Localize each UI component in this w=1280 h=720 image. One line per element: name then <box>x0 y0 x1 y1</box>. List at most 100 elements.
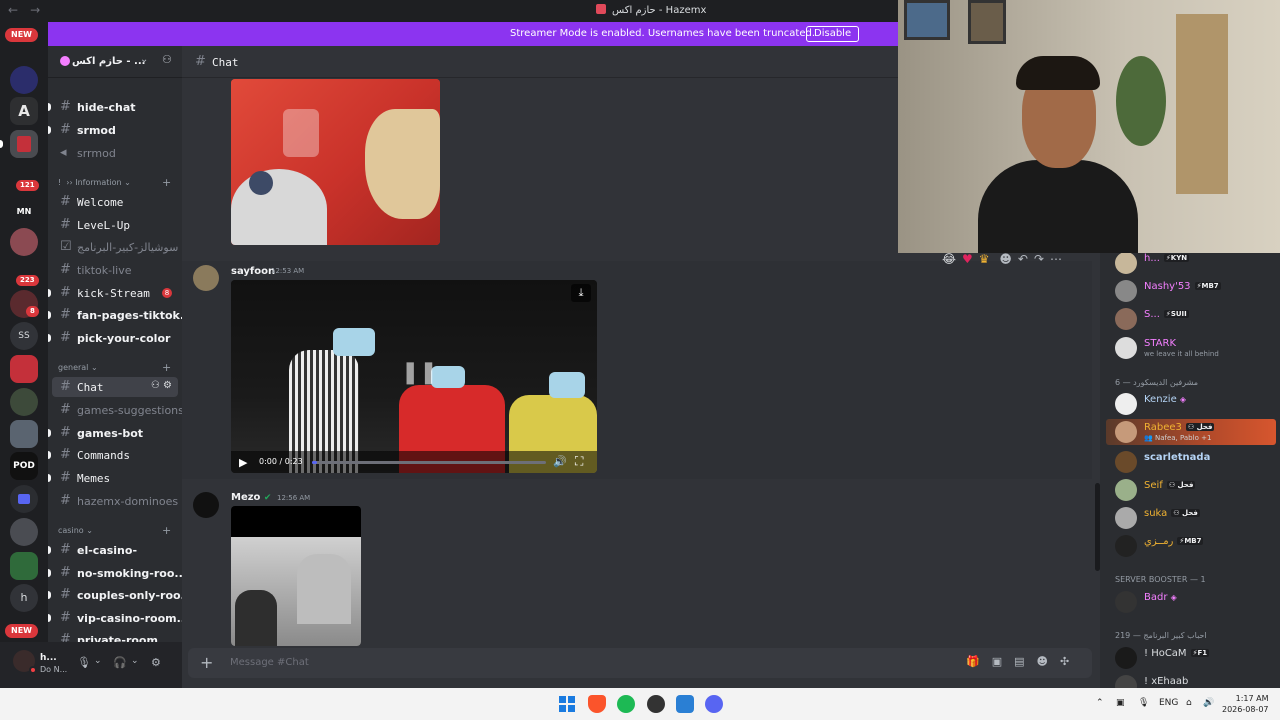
language-indicator[interactable]: ENG <box>1159 698 1178 708</box>
member-item[interactable]: h... ⚡KYN <box>1106 253 1276 276</box>
settings-gear-icon[interactable]: ⚙ <box>151 656 161 669</box>
member-item[interactable]: Kenzie ◈ <box>1106 391 1276 417</box>
add-attachment-icon[interactable]: + <box>200 653 213 672</box>
channel-fan-pages[interactable]: # fan-pages-tiktok... <box>48 305 192 325</box>
channel-games-bot[interactable]: # games-bot <box>48 423 178 443</box>
add-channel-icon[interactable]: + <box>162 524 171 537</box>
server-pod[interactable]: POD <box>10 452 38 480</box>
server-avatar-1[interactable] <box>10 228 38 256</box>
message-composer[interactable]: + Message #Chat 🎁 ▣ ▤ ☻ ✣ <box>188 648 1092 678</box>
avatar[interactable] <box>193 265 219 291</box>
server-avatar-6[interactable] <box>10 552 38 580</box>
add-member-icon[interactable]: ⚇ <box>162 53 172 66</box>
pause-icon[interactable]: ❚❚ <box>401 360 438 385</box>
channel-games-suggestions[interactable]: # games-suggestions <box>52 400 184 420</box>
channel-tiktok-live[interactable]: # tiktok-live <box>52 260 178 280</box>
chevron-down-icon[interactable]: ⌄ <box>131 656 139 666</box>
back-arrow-icon[interactable]: ← <box>8 3 18 17</box>
gift-icon[interactable]: 🎁 <box>966 655 980 668</box>
microphone-icon[interactable]: 🎙 <box>1138 698 1149 708</box>
headphones-icon[interactable]: 🎧 <box>113 656 127 669</box>
new-badge[interactable]: NEW <box>5 624 38 638</box>
channel-srmod[interactable]: # srmod <box>48 120 178 140</box>
member-item[interactable]: STARK we leave it all behind <box>1106 335 1276 361</box>
channel-el-casino[interactable]: # el-casino- <box>48 540 178 560</box>
channel-pick-your-color[interactable]: # pick-your-color <box>48 328 178 348</box>
chevron-down-icon[interactable]: ⌄ <box>140 54 148 65</box>
crown-icon[interactable]: ♛ <box>979 252 990 266</box>
forward-icon[interactable]: ↷ <box>1034 252 1044 266</box>
server-h[interactable]: h <box>10 584 38 612</box>
member-item[interactable]: ! xEhaab <box>1106 673 1276 688</box>
volume-icon[interactable]: 🔊 <box>553 455 567 468</box>
brave-browser-icon[interactable] <box>588 695 606 713</box>
sticker-icon[interactable]: ▤ <box>1014 655 1024 668</box>
heart-icon[interactable]: ♥ <box>962 252 973 266</box>
category-information[interactable]: ! ›› Information ⌄ <box>58 178 131 187</box>
laugh-emoji-icon[interactable]: 😂 <box>942 252 956 266</box>
play-icon[interactable]: ▶ <box>239 456 247 469</box>
server-nevermore[interactable]: MN <box>10 198 38 226</box>
discord-icon[interactable] <box>705 695 723 713</box>
member-item[interactable]: ! HoCaM ⚡F1 <box>1106 645 1276 671</box>
server-header[interactable]: حازم اكس - ... ⌄ ⚇ <box>48 46 182 78</box>
category-casino[interactable]: casino ⌄ <box>58 526 93 535</box>
network-icon[interactable]: ⌂ <box>1186 698 1192 708</box>
system-clock[interactable]: 1:17 AM 2026-08-07 <box>1222 693 1269 715</box>
message-author[interactable]: sayfoon <box>231 266 275 277</box>
add-channel-icon[interactable]: + <box>162 176 171 189</box>
windows-start-icon[interactable] <box>558 695 576 713</box>
server-ss[interactable]: SS <box>10 322 38 350</box>
forward-arrow-icon[interactable]: → <box>30 3 40 17</box>
more-icon[interactable]: ⋯ <box>1050 252 1062 266</box>
folder-icon[interactable] <box>10 485 38 513</box>
emoji-icon[interactable]: ☻ <box>1037 655 1048 668</box>
member-item[interactable]: suka ⚇ فحل <box>1106 505 1276 531</box>
disable-streamer-mode-button[interactable]: Disable <box>806 26 860 42</box>
settings-gear-icon[interactable]: ⚇ ⚙ <box>151 380 172 391</box>
channel-commands[interactable]: # Commands <box>48 445 178 465</box>
member-item[interactable]: Nashy'53 ⚡MB7 <box>1106 278 1276 304</box>
channel-private-room[interactable]: # private-room <box>52 630 178 642</box>
microphone-icon[interactable]: 🎙 <box>77 656 91 669</box>
message-input[interactable]: Message #Chat <box>230 657 309 668</box>
video-player[interactable]: ❚❚ ⤓ ▶ 0:00 / 0:23 🔊 ⛶ <box>231 280 597 473</box>
channel-couples-only-room[interactable]: # couples-only-roo... <box>48 585 193 605</box>
channel-socials[interactable]: ☑ سوشيالز-كبير-البرنامج <box>52 237 178 257</box>
member-item[interactable]: scarletnada <box>1106 449 1276 475</box>
member-item[interactable]: S... ⚡SUII <box>1106 306 1276 332</box>
photos-icon[interactable] <box>676 695 694 713</box>
image-attachment[interactable] <box>231 506 361 646</box>
channel-welcome[interactable]: # Welcome <box>52 192 178 212</box>
member-item[interactable]: Rabee3 ⚇ فحل 👥 Nafea, Pablo +1 <box>1106 419 1276 445</box>
chevron-down-icon[interactable]: ⌄ <box>94 656 102 666</box>
tray-app-icon[interactable]: ▣ <box>1116 698 1125 708</box>
gif-icon[interactable]: ▣ <box>992 655 1002 668</box>
chevron-up-icon[interactable]: ⌃ <box>1096 698 1104 708</box>
server-a[interactable]: A <box>10 97 38 125</box>
volume-icon[interactable]: 🔊 <box>1203 698 1214 708</box>
new-badge[interactable]: NEW <box>5 28 38 42</box>
channel-hazemx-dominoes[interactable]: # hazemx-dominoes <box>52 491 178 511</box>
channel-hide-chat[interactable]: # hide-chat <box>48 97 178 117</box>
spotify-icon[interactable] <box>617 695 635 713</box>
server-avatar-4[interactable] <box>10 420 38 448</box>
add-channel-icon[interactable]: + <box>162 361 171 374</box>
video-seek-bar[interactable] <box>312 461 546 464</box>
member-item[interactable]: Badr ◈ <box>1106 589 1276 615</box>
channel-kick-stream[interactable]: # kick-Stream 8 <box>48 283 178 303</box>
download-icon[interactable]: ⤓ <box>571 284 591 302</box>
channel-vip-casino-room[interactable]: # vip-casino-room... <box>48 608 189 628</box>
obs-icon[interactable] <box>647 695 665 713</box>
channel-chat[interactable]: # Chat ⚇ ⚙ <box>52 377 178 397</box>
channel-level-up[interactable]: # LeveL-Up <box>52 215 178 235</box>
server-avatar-5[interactable] <box>10 518 38 546</box>
image-attachment[interactable] <box>231 79 440 245</box>
server-red[interactable] <box>10 130 38 158</box>
message-author[interactable]: Mezo ✔ <box>231 492 271 503</box>
server-robot[interactable] <box>10 355 38 383</box>
channel-no-smoking-room[interactable]: # no-smoking-roo... <box>48 563 187 583</box>
channel-memes[interactable]: # Memes <box>48 468 178 488</box>
member-item[interactable]: Seif ⚇ فحل <box>1106 477 1276 503</box>
reply-icon[interactable]: ↶ <box>1018 252 1028 266</box>
